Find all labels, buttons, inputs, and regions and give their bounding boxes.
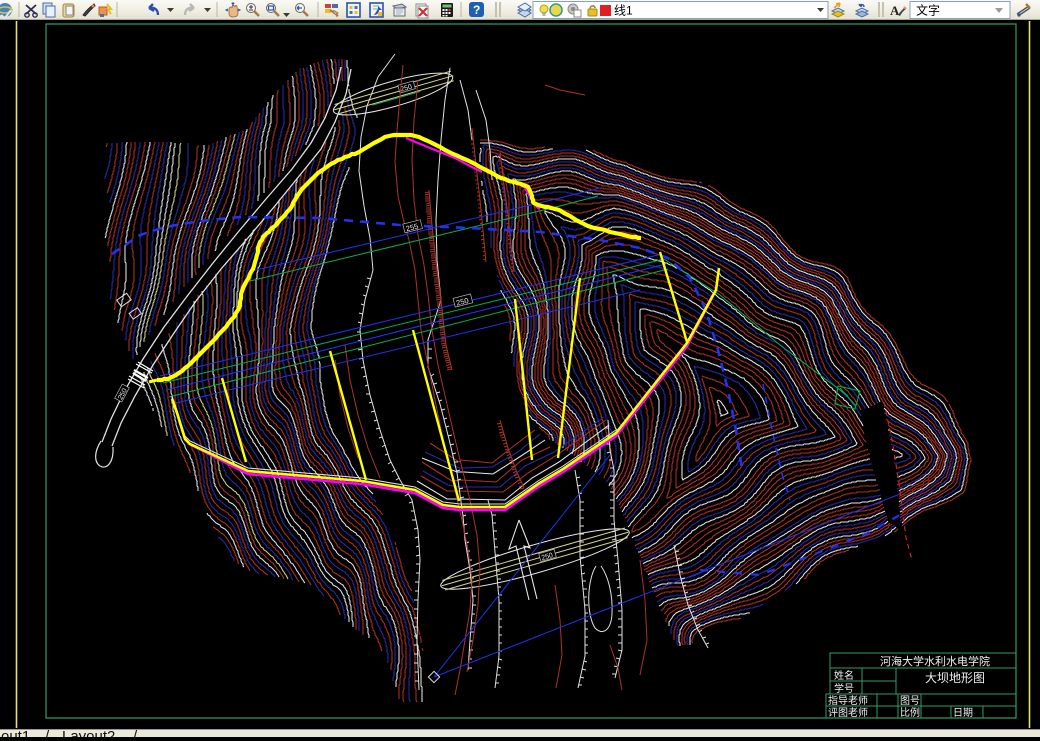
svg-text:日期: 日期 xyxy=(953,707,973,719)
svg-text:评图老师: 评图老师 xyxy=(828,706,868,719)
svg-text:比例: 比例 xyxy=(900,706,920,719)
svg-text:河海大学水利水电学院: 河海大学水利水电学院 xyxy=(880,654,990,668)
svg-text:大坝地形图: 大坝地形图 xyxy=(925,671,985,685)
svg-text:线1: 线1 xyxy=(614,4,633,18)
svg-text:文字: 文字 xyxy=(916,3,940,18)
svg-text:学号: 学号 xyxy=(834,682,854,695)
svg-text:指导老师: 指导老师 xyxy=(828,694,868,707)
svg-text:?: ? xyxy=(473,3,480,17)
svg-text:A: A xyxy=(890,3,900,18)
svg-text:图号: 图号 xyxy=(900,695,920,707)
svg-text:姓名: 姓名 xyxy=(834,669,854,682)
